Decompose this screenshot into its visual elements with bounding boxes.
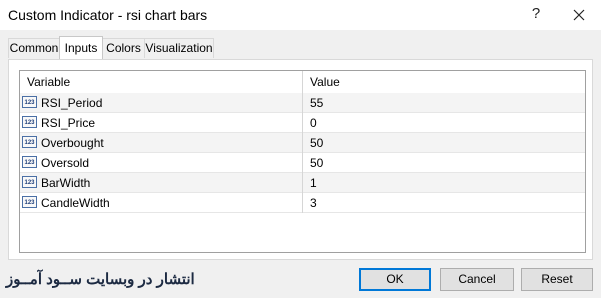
cell-divider xyxy=(302,193,303,213)
close-button[interactable] xyxy=(568,4,590,26)
reset-button[interactable]: Reset xyxy=(521,268,593,291)
table-row[interactable]: 123 RSI_Price 0 xyxy=(20,113,585,133)
variable-value[interactable]: 55 xyxy=(310,96,323,110)
table-header: Variable Value xyxy=(20,71,585,94)
tab-visualization[interactable]: Visualization xyxy=(144,38,214,58)
help-button[interactable]: ? xyxy=(526,4,546,24)
variable-value[interactable]: 1 xyxy=(310,176,317,190)
integer-icon: 123 xyxy=(22,116,37,128)
integer-icon: 123 xyxy=(22,196,37,208)
cancel-button[interactable]: Cancel xyxy=(440,268,514,291)
title-bar: Custom Indicator - rsi chart bars ? xyxy=(0,0,601,30)
variable-value[interactable]: 50 xyxy=(310,136,323,150)
cell-divider xyxy=(302,173,303,193)
column-header-value[interactable]: Value xyxy=(310,75,340,89)
table-row[interactable]: 123 BarWidth 1 xyxy=(20,173,585,193)
variable-value[interactable]: 0 xyxy=(310,116,317,130)
variable-name: Oversold xyxy=(41,156,90,170)
table-row[interactable]: 123 CandleWidth 3 xyxy=(20,193,585,213)
integer-icon: 123 xyxy=(22,96,37,108)
integer-icon: 123 xyxy=(22,156,37,168)
table-row[interactable]: 123 RSI_Period 55 xyxy=(20,93,585,113)
variable-name: BarWidth xyxy=(41,176,91,190)
table-row[interactable]: 123 Oversold 50 xyxy=(20,153,585,173)
integer-icon: 123 xyxy=(22,176,37,188)
cell-divider xyxy=(302,133,303,153)
variable-value[interactable]: 3 xyxy=(310,196,317,210)
cell-divider xyxy=(302,113,303,133)
variable-name: RSI_Price xyxy=(41,116,96,130)
column-header-variable[interactable]: Variable xyxy=(27,75,70,89)
table-row[interactable]: 123 Overbought 50 xyxy=(20,133,585,153)
tab-inputs[interactable]: Inputs xyxy=(59,36,103,59)
close-icon xyxy=(573,9,585,21)
window-title: Custom Indicator - rsi chart bars xyxy=(8,7,208,23)
integer-icon: 123 xyxy=(22,136,37,148)
cell-divider xyxy=(302,153,303,173)
tab-common[interactable]: Common xyxy=(8,38,60,58)
watermark-text: انتشار در وبسایت ســود آمــوز xyxy=(6,271,195,288)
column-divider[interactable] xyxy=(302,71,303,93)
variable-value[interactable]: 50 xyxy=(310,156,323,170)
variable-name: Overbought xyxy=(41,136,104,150)
variable-name: RSI_Period xyxy=(41,96,103,110)
tab-colors[interactable]: Colors xyxy=(102,38,145,58)
ok-button[interactable]: OK xyxy=(359,268,431,291)
cell-divider xyxy=(302,93,303,113)
variable-name: CandleWidth xyxy=(41,196,110,210)
inputs-table[interactable]: Variable Value 123 RSI_Period 55 123 RSI… xyxy=(19,70,586,253)
